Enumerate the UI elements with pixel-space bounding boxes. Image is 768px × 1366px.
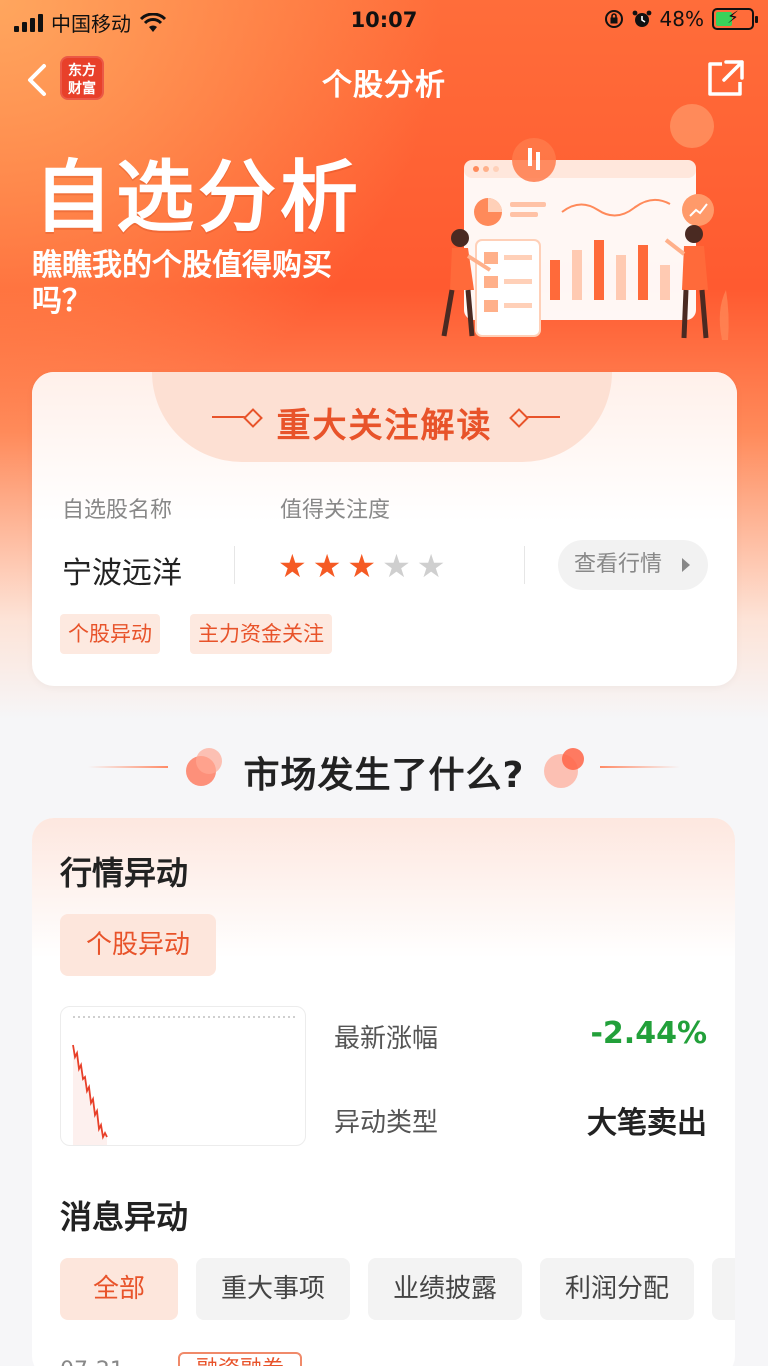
quote-anomaly-title: 行情异动	[60, 854, 189, 892]
filter-earnings[interactable]: 业绩披露	[368, 1258, 522, 1320]
market-section-header: 市场发生了什么?	[0, 740, 768, 796]
battery-charging-icon: ⚡	[712, 8, 758, 30]
filter-major-events[interactable]: 重大事项	[196, 1258, 350, 1320]
filter-profit-distribution[interactable]: 利润分配	[540, 1258, 694, 1320]
alarm-icon	[632, 10, 651, 27]
market-card: 行情异动 个股异动 最新涨幅 -2.44% 异动类型 大笔卖出 消息异动 全部 …	[32, 818, 735, 1366]
orientation-lock-icon	[604, 10, 623, 28]
view-quote-label: 查看行情	[574, 552, 663, 577]
tag-stock-anomaly: 个股异动	[60, 614, 160, 654]
header-line	[600, 766, 680, 768]
filter-more[interactable]	[712, 1258, 735, 1320]
attention-stars: ★ ★ ★ ★ ★	[278, 546, 445, 586]
tag-main-fund: 主力资金关注	[190, 614, 332, 654]
divider	[524, 546, 525, 584]
focus-title: 重大关注解读	[276, 406, 493, 446]
share-icon[interactable]	[704, 58, 746, 100]
news-anomaly-title: 消息异动	[60, 1198, 189, 1236]
latest-change-value: -2.44%	[590, 1016, 707, 1051]
star-empty-icon: ★	[382, 547, 411, 585]
anomaly-type-label: 异动类型	[334, 1108, 439, 1138]
attention-label: 值得关注度	[280, 498, 391, 523]
stock-name: 宁波远洋	[62, 556, 182, 591]
star-empty-icon: ★	[416, 547, 446, 585]
market-section-title: 市场发生了什么?	[243, 755, 525, 796]
divider	[234, 546, 235, 584]
status-bar: 中国移动 10:07 48% ⚡	[0, 0, 768, 40]
hero-subtitle: 瞧瞧我的个股值得购买吗？	[32, 248, 332, 319]
header-dot	[562, 748, 584, 770]
caret-right-icon	[682, 558, 690, 572]
filter-all[interactable]: 全部	[60, 1258, 178, 1320]
hero-title: 自选分析	[34, 153, 363, 243]
mini-price-chart[interactable]	[60, 1006, 306, 1146]
battery-percent: 48%	[659, 7, 704, 31]
stock-anomaly-chip[interactable]: 个股异动	[60, 914, 216, 976]
page-title: 个股分析	[322, 68, 446, 103]
news-date: 07-21	[60, 1358, 124, 1366]
focus-card: 重大关注解读 自选股名称 值得关注度 宁波远洋 ★ ★ ★ ★ ★ 查看行情 个股异动 …	[32, 372, 737, 686]
star-filled-icon: ★	[347, 547, 377, 585]
star-filled-icon: ★	[312, 547, 342, 585]
analysis-illustration	[441, 104, 729, 340]
star-filled-icon: ★	[278, 547, 307, 585]
latest-change-label: 最新涨幅	[334, 1024, 439, 1054]
stock-name-label: 自选股名称	[62, 498, 173, 523]
anomaly-type-value: 大笔卖出	[587, 1106, 707, 1141]
news-tag: 融资融券	[178, 1352, 302, 1366]
view-quote-button[interactable]: 查看行情	[558, 540, 708, 590]
